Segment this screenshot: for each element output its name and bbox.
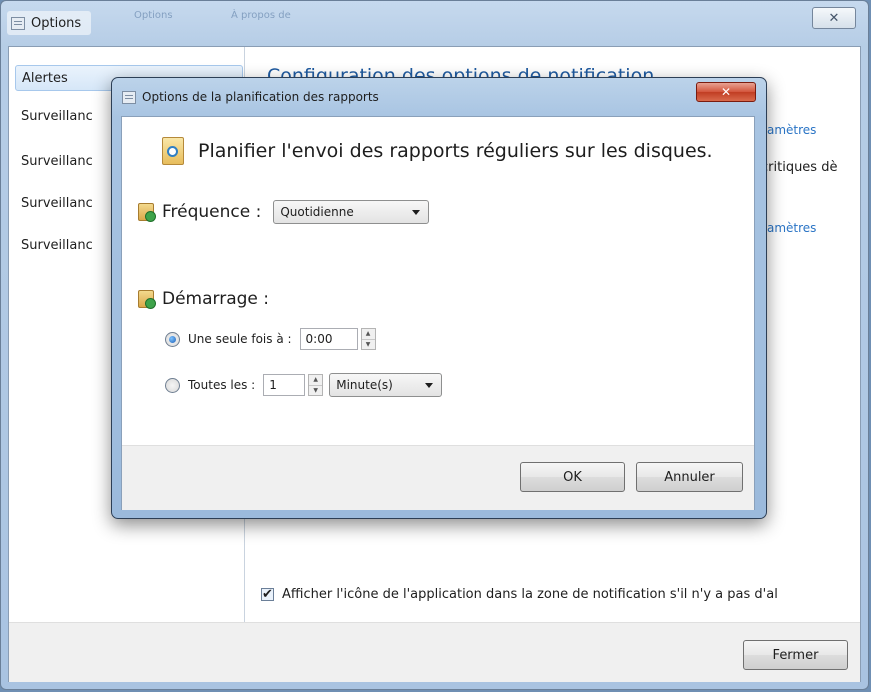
notification-checkbox[interactable]: ✔ (261, 587, 274, 602)
every-unit-value: Minute(s) (336, 378, 393, 392)
close-icon: ✕ (828, 10, 840, 26)
window-title: Options (31, 15, 82, 31)
close-button[interactable]: Fermer (743, 640, 848, 670)
spin-up-icon[interactable]: ▲ (309, 375, 322, 385)
parameters-link-1[interactable]: amètres (767, 123, 816, 137)
dialog-title-bar: Options de la planification des rapports (122, 90, 379, 104)
report-schedule-dialog: Options de la planification des rapports… (111, 77, 767, 519)
once-radio[interactable] (165, 331, 180, 347)
frequency-icon (138, 203, 156, 222)
dialog-app-icon (122, 90, 136, 104)
spin-down-icon[interactable]: ▼ (309, 384, 323, 396)
every-unit-select[interactable]: Minute(s) (329, 373, 443, 397)
once-time-input[interactable]: 0:00 (299, 328, 358, 350)
once-time-spinner[interactable]: ▲ ▼ (360, 328, 376, 350)
chevron-down-icon (425, 382, 434, 388)
frequency-row: Fréquence : Quotidienne (138, 200, 430, 224)
cancel-button[interactable]: Annuler (636, 462, 743, 492)
every-radio[interactable] (165, 377, 180, 393)
parameters-link-2[interactable]: amètres (767, 221, 816, 235)
faded-tab-options: Options (134, 10, 173, 21)
calendar-clock-icon (162, 137, 184, 165)
notification-checkbox-label: Afficher l'icône de l'application dans l… (282, 587, 778, 602)
every-value-spinner[interactable]: ▲ ▼ (308, 374, 324, 396)
notification-icon-option[interactable]: ✔ Afficher l'icône de l'application dans… (261, 587, 778, 602)
frequency-select-value: Quotidienne (280, 205, 354, 219)
dialog-close-button[interactable]: ✕ (696, 82, 756, 102)
window-footer: Fermer (9, 622, 860, 682)
start-icon (138, 290, 156, 309)
app-icon (11, 16, 25, 30)
spin-down-icon[interactable]: ▼ (361, 338, 375, 350)
sidebar-item-label: Surveillanc (21, 109, 93, 124)
chevron-down-icon (412, 209, 421, 215)
window-title-bar: Options (7, 11, 92, 35)
dialog-header: Planifier l'envoi des rapports réguliers… (148, 137, 713, 165)
sidebar-item-label: Alertes (22, 71, 68, 86)
dialog-title: Options de la planification des rapports (142, 90, 379, 104)
frequency-label: Fréquence : (162, 202, 262, 222)
every-label: Toutes les : (188, 378, 256, 392)
sidebar-item-label: Surveillanc (21, 154, 93, 169)
start-label: Démarrage : (162, 289, 270, 309)
sidebar-item-label: Surveillanc (21, 196, 93, 211)
sidebar-item-label: Surveillanc (21, 238, 93, 253)
dialog-header-text: Planifier l'envoi des rapports réguliers… (198, 140, 713, 162)
spin-up-icon[interactable]: ▲ (362, 329, 375, 339)
window-close-button[interactable]: ✕ (812, 7, 856, 29)
every-value-input[interactable]: 1 (263, 374, 306, 396)
dialog-footer: OK Annuler (122, 445, 754, 510)
critical-text: critiques dè (761, 160, 838, 175)
dialog-client-area: Planifier l'envoi des rapports réguliers… (121, 116, 755, 510)
faded-tab-about: À propos de (231, 10, 291, 21)
start-row: Démarrage : (138, 289, 269, 309)
once-option-row: Une seule fois à : 0:00 ▲ ▼ (165, 328, 376, 350)
once-label: Une seule fois à : (188, 332, 292, 346)
frequency-select[interactable]: Quotidienne (273, 200, 430, 224)
close-icon: ✕ (720, 85, 732, 99)
ok-button[interactable]: OK (520, 462, 625, 492)
every-option-row: Toutes les : 1 ▲ ▼ Minute(s) (165, 373, 443, 397)
